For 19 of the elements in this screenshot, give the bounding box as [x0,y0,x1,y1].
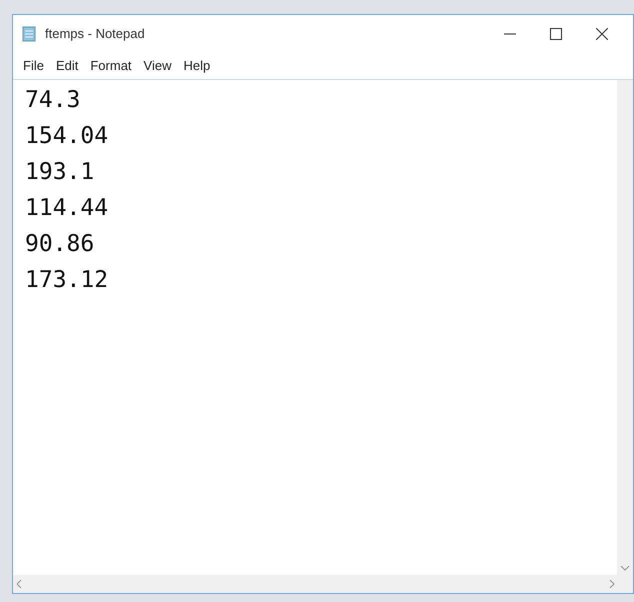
menu-item[interactable]: Help [177,56,216,76]
menu-item[interactable]: Format [84,56,138,76]
text-area[interactable]: 74.3 154.04 193.1 114.44 90.86 173.12 [13,80,617,575]
text-line: 74.3 [25,86,80,115]
text-line: 193.1 [25,158,94,187]
horizontal-scrollbar[interactable] [13,575,633,593]
text-line: 114.44 [25,194,108,223]
text-line: 173.12 [25,266,108,295]
minimize-icon [504,33,516,35]
vertical-scrollbar[interactable] [617,80,633,575]
menu-item[interactable]: Edit [50,56,84,76]
menu-item[interactable]: File [17,56,50,76]
text-line: 154.04 [25,122,108,151]
notepad-icon [21,26,37,42]
window-title: ftemps - Notepad [45,25,145,44]
menu-item[interactable]: View [138,56,178,76]
text-line: 90.86 [25,230,94,259]
close-icon [596,28,608,40]
maximize-icon [550,28,562,40]
